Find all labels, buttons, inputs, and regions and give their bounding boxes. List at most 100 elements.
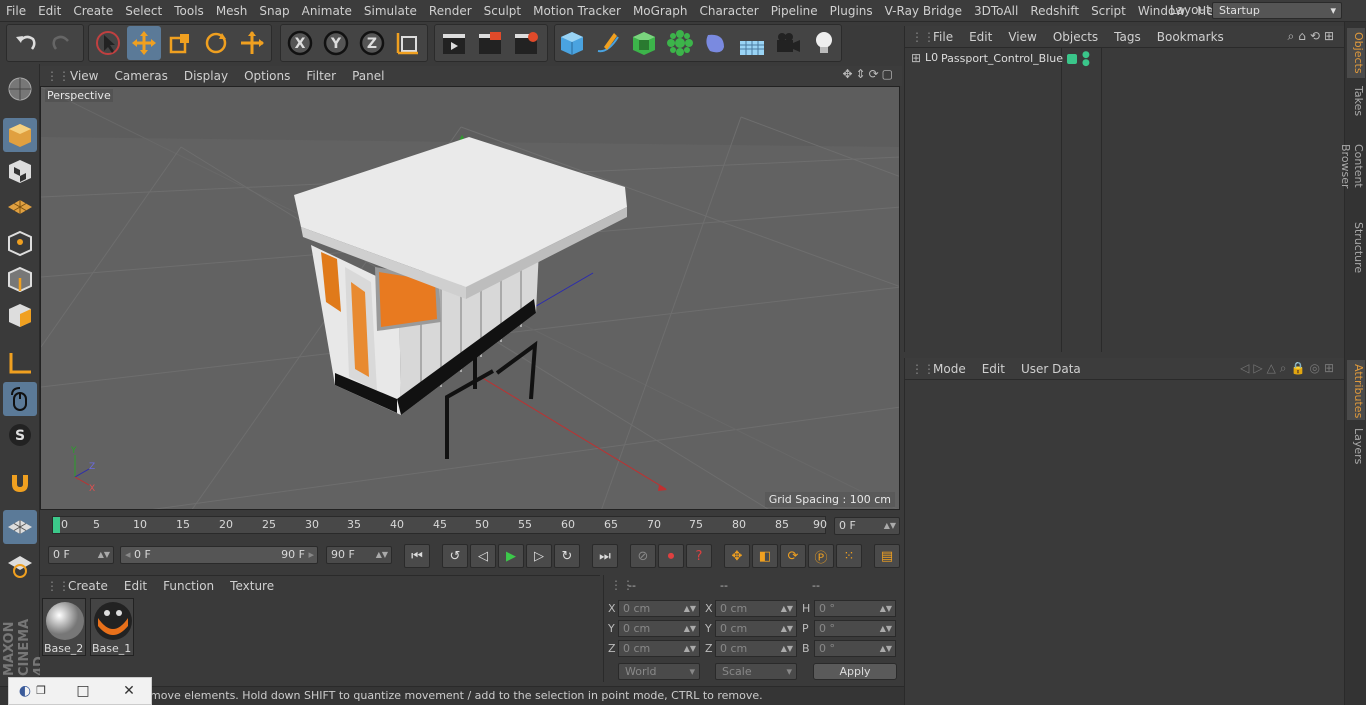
viewport-menu-panel[interactable]: Panel: [344, 69, 392, 83]
visibility-dots-icon[interactable]: ● ●: [1082, 51, 1090, 68]
viewport-menu-view[interactable]: View: [62, 69, 106, 83]
model-mode-button[interactable]: [3, 118, 37, 152]
undo-button[interactable]: [9, 26, 43, 60]
menu-3dtoall[interactable]: 3DToAll: [968, 4, 1024, 18]
timeline-window-button[interactable]: ▤: [874, 544, 900, 568]
next-key-button[interactable]: ↻: [554, 544, 580, 568]
size-z-field[interactable]: 0 cm ▲▼: [715, 640, 797, 657]
attributes-menu-mode[interactable]: Mode: [925, 362, 974, 376]
material-menu-texture[interactable]: Texture: [222, 579, 282, 593]
menu-mograph[interactable]: MoGraph: [627, 4, 694, 18]
next-frame-button[interactable]: ▷: [526, 544, 552, 568]
menu-sculpt[interactable]: Sculpt: [478, 4, 527, 18]
render-view-button[interactable]: [437, 26, 471, 60]
objects-menu-view[interactable]: View: [1000, 30, 1044, 44]
material-menu-create[interactable]: Create: [60, 579, 116, 593]
points-mode-button[interactable]: [3, 226, 37, 260]
material-menu-edit[interactable]: Edit: [116, 579, 155, 593]
key-pla-button[interactable]: ⁙: [836, 544, 862, 568]
key-scale-button[interactable]: ◧: [752, 544, 778, 568]
menu-character[interactable]: Character: [693, 4, 764, 18]
autokey-button[interactable]: ⏺: [658, 544, 684, 568]
play-button[interactable]: ▶: [498, 544, 524, 568]
transform-tool-button[interactable]: [235, 26, 269, 60]
objects-menu-file[interactable]: File: [925, 30, 961, 44]
menu-animate[interactable]: Animate: [296, 4, 358, 18]
menu-pipeline[interactable]: Pipeline: [765, 4, 824, 18]
attributes-menu-user-data[interactable]: User Data: [1013, 362, 1089, 376]
timeline-ruler[interactable]: 0 5 10 15 20 25 30 35 40 45 50 55 60 65 …: [52, 516, 827, 534]
tab-structure[interactable]: Structure: [1347, 218, 1365, 273]
menu-vray-bridge[interactable]: V-Ray Bridge: [879, 4, 968, 18]
axis-mode-button[interactable]: [3, 346, 37, 380]
render-picture-viewer-button[interactable]: [473, 26, 507, 60]
y-axis-button[interactable]: Y: [319, 26, 353, 60]
menu-snap[interactable]: Snap: [253, 4, 295, 18]
menu-motion-tracker[interactable]: Motion Tracker: [527, 4, 627, 18]
locked-workplane-button[interactable]: [3, 548, 37, 582]
camera-button[interactable]: [771, 26, 805, 60]
size-x-field[interactable]: 0 cm ▲▼: [715, 600, 797, 617]
move-tool-button[interactable]: [127, 26, 161, 60]
record-keys-button[interactable]: ⊘: [630, 544, 656, 568]
tab-attributes[interactable]: Attributes: [1347, 360, 1365, 420]
material-swatch[interactable]: Base_2: [42, 598, 86, 656]
go-to-start-button[interactable]: ⏮: [404, 544, 430, 568]
live-selection-button[interactable]: [91, 26, 125, 60]
coordinate-system-button[interactable]: [391, 26, 425, 60]
size-mode-dropdown[interactable]: Scale ▾: [715, 663, 797, 680]
magnet-button[interactable]: [3, 466, 37, 500]
menu-render[interactable]: Render: [423, 4, 478, 18]
menu-tools[interactable]: Tools: [168, 4, 210, 18]
coordinate-space-dropdown[interactable]: World ▾: [618, 663, 700, 680]
attributes-menu-edit[interactable]: Edit: [974, 362, 1013, 376]
playhead[interactable]: [53, 517, 60, 533]
close-icon[interactable]: ✕: [119, 681, 139, 701]
rotation-h-field[interactable]: 0 ° ▲▼: [814, 600, 896, 617]
object-row[interactable]: ⊞ L0 Passport_Control_Blue ● ●: [905, 51, 1345, 69]
viewport-menu-filter[interactable]: Filter: [298, 69, 344, 83]
edges-mode-button[interactable]: [3, 262, 37, 296]
workplane-mode-button[interactable]: [3, 190, 37, 224]
menu-mesh[interactable]: Mesh: [210, 4, 254, 18]
pen-spline-button[interactable]: [591, 26, 625, 60]
menu-edit[interactable]: Edit: [32, 4, 67, 18]
viewport-menu-cameras[interactable]: Cameras: [106, 69, 175, 83]
key-position-button[interactable]: ✥: [724, 544, 750, 568]
search-icon[interactable]: ⌕⌂⟲⊞: [1288, 29, 1338, 44]
polygons-mode-button[interactable]: [3, 298, 37, 332]
material-menu-function[interactable]: Function: [155, 579, 222, 593]
make-editable-button[interactable]: [3, 72, 37, 106]
viewport-perspective[interactable]: Y Z X Perspective Grid Spacing : 100 cm: [40, 86, 900, 510]
viewport-menu-options[interactable]: Options: [236, 69, 298, 83]
subdivision-button[interactable]: [627, 26, 661, 60]
keyframe-selection-button[interactable]: ?: [686, 544, 712, 568]
workplane-lock-button[interactable]: [3, 510, 37, 544]
tab-content-browser[interactable]: Content Browser: [1339, 122, 1365, 210]
menu-file[interactable]: File: [0, 4, 32, 18]
expand-icon[interactable]: ⊞: [911, 51, 921, 65]
navigation-icons[interactable]: ◁▷△⌕🔒◎⊞: [1240, 361, 1338, 376]
light-button[interactable]: [807, 26, 841, 60]
menu-script[interactable]: Script: [1085, 4, 1132, 18]
layout-select[interactable]: Startup ▾: [1212, 2, 1342, 19]
rotate-tool-button[interactable]: [199, 26, 233, 60]
start-frame-field[interactable]: 0 F ▲▼: [48, 546, 114, 564]
position-z-field[interactable]: 0 cm ▲▼: [618, 640, 700, 657]
menu-select[interactable]: Select: [119, 4, 168, 18]
cloner-button[interactable]: [663, 26, 697, 60]
menu-redshift[interactable]: Redshift: [1024, 4, 1085, 18]
maximize-icon[interactable]: □: [73, 681, 93, 701]
position-y-field[interactable]: 0 cm ▲▼: [618, 620, 700, 637]
tab-takes[interactable]: Takes: [1347, 82, 1365, 118]
current-frame-field[interactable]: 0 F ▲▼: [834, 517, 900, 535]
redo-button[interactable]: [45, 26, 79, 60]
scale-tool-button[interactable]: [163, 26, 197, 60]
z-axis-button[interactable]: Z: [355, 26, 389, 60]
deformer-button[interactable]: [699, 26, 733, 60]
material-swatch[interactable]: Base_1: [90, 598, 134, 656]
previous-key-button[interactable]: ↺: [442, 544, 468, 568]
frame-range-slider[interactable]: ◂ 0 F 90 F ▸: [120, 546, 318, 564]
render-settings-button[interactable]: [509, 26, 543, 60]
end-frame-field[interactable]: 90 F ▲▼: [326, 546, 392, 564]
